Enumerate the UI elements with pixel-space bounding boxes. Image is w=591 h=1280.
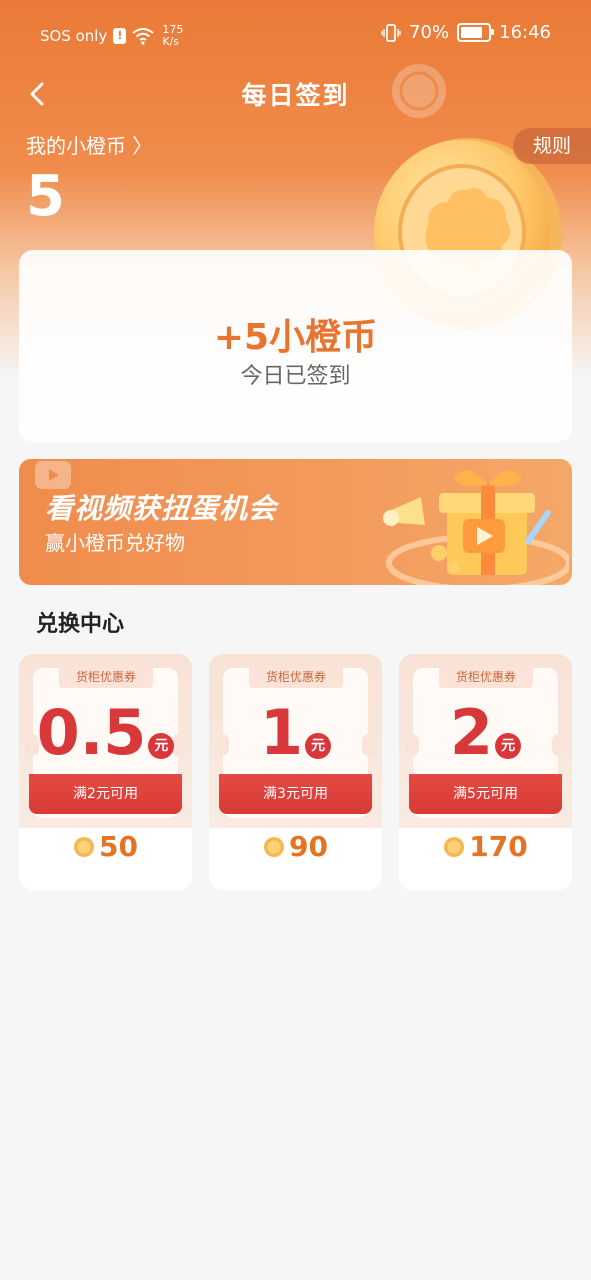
banner-subtitle: 赢小橙币兑好物	[45, 531, 185, 555]
voucher-tag: 货柜优惠券	[59, 666, 153, 688]
voucher-price-value: 50	[99, 830, 138, 863]
voucher-price-value: 90	[289, 830, 328, 863]
nav-bar: 每日签到	[0, 66, 591, 122]
sign-in-card: +5小橙币 今日已签到	[19, 250, 572, 442]
carrier-text: SOS only	[40, 27, 108, 45]
coin-balance: 5	[26, 164, 65, 229]
voucher-card[interactable]: 货柜优惠券 0.5 元 满2元可用 50	[19, 654, 192, 890]
sign-in-reward: +5小橙币	[213, 317, 378, 358]
voucher-condition: 满5元可用	[409, 774, 562, 814]
voucher-tag: 货柜优惠券	[439, 666, 533, 688]
voucher-card[interactable]: 货柜优惠券 1元 满3元可用 90	[209, 654, 382, 890]
page-title: 每日签到	[241, 81, 350, 110]
video-gacha-banner[interactable]: 看视频获扭蛋机会 赢小橙币兑好物	[19, 459, 572, 585]
vibrate-icon	[381, 23, 401, 42]
net-speed-unit: K/s	[162, 35, 180, 48]
wifi-icon	[132, 28, 154, 45]
coin-icon	[264, 837, 285, 857]
coin-icon	[74, 837, 95, 857]
battery-icon	[457, 23, 495, 42]
voucher-price-value: 170	[469, 830, 528, 863]
rules-button[interactable]: 规则	[513, 128, 591, 164]
battery-level	[461, 27, 483, 38]
voucher-condition: 满2元可用	[29, 774, 182, 814]
voucher-condition: 满3元可用	[219, 774, 372, 814]
banner-title: 看视频获扭蛋机会	[45, 492, 278, 525]
voucher-unit: 元	[305, 733, 332, 759]
coin-icon	[444, 837, 465, 857]
sign-in-status: 今日已签到	[240, 364, 351, 389]
voucher-amount: 2元	[399, 698, 572, 768]
voucher-face: 货柜优惠券 0.5 元 满2元可用	[19, 654, 192, 828]
voucher-amount: 0.5 元	[19, 698, 192, 768]
net-speed: 175 K/s	[162, 24, 183, 48]
voucher-face: 货柜优惠券 2元 满5元可用	[399, 654, 572, 828]
voucher-face: 货柜优惠券 1元 满3元可用	[209, 654, 382, 828]
voucher-amount-value: 2	[449, 696, 494, 769]
voucher-price: 90	[209, 830, 382, 863]
voucher-price: 170	[399, 830, 572, 863]
voucher-card[interactable]: 货柜优惠券 2元 满5元可用 170	[399, 654, 572, 890]
voucher-amount-value: 0.5	[36, 696, 147, 769]
voucher-amount: 1元	[209, 698, 382, 768]
voucher-unit: 元	[495, 733, 522, 759]
exchange-center-title: 兑换中心	[36, 612, 125, 637]
voucher-price: 50	[19, 830, 192, 863]
battery-percent: 70%	[409, 22, 450, 43]
voucher-unit: 元	[148, 733, 175, 759]
my-coins-link[interactable]: 我的小橙币 〉	[26, 130, 152, 159]
alert-icon: !	[113, 28, 127, 44]
voucher-amount-value: 1	[259, 696, 304, 769]
status-bar: SOS only ! 175 K/s 70% 16:46	[0, 0, 591, 66]
voucher-tag: 货柜优惠券	[249, 666, 343, 688]
clock: 16:46	[499, 22, 551, 43]
gift-box-icon	[383, 470, 569, 585]
